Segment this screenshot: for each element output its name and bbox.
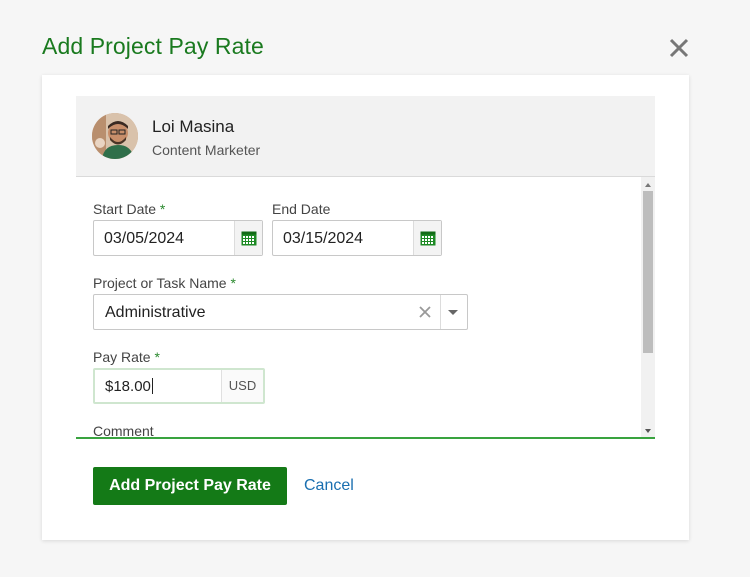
start-date-field[interactable]: 03/05/2024 bbox=[93, 220, 263, 256]
project-select[interactable]: Administrative bbox=[93, 294, 468, 330]
scroll-down-arrow[interactable] bbox=[645, 429, 651, 433]
comment-label: Comment bbox=[93, 423, 154, 439]
end-date-label: End Date bbox=[272, 201, 331, 217]
form-scrollbar[interactable] bbox=[641, 177, 655, 437]
dialog-title: Add Project Pay Rate bbox=[42, 33, 264, 59]
avatar bbox=[92, 113, 138, 159]
start-date-label: Start Date * bbox=[93, 201, 166, 217]
project-value: Administrative bbox=[105, 304, 206, 321]
end-date-field[interactable]: 03/15/2024 bbox=[272, 220, 442, 256]
start-date-calendar-button[interactable] bbox=[234, 221, 262, 255]
dialog-card: Loi Masina Content Marketer Start Date *… bbox=[42, 75, 689, 540]
add-project-pay-rate-button[interactable]: Add Project Pay Rate bbox=[93, 467, 287, 505]
cancel-link[interactable]: Cancel bbox=[304, 477, 354, 495]
chevron-down-icon[interactable] bbox=[448, 310, 458, 315]
employee-role: Content Marketer bbox=[152, 142, 261, 158]
calendar-icon bbox=[241, 231, 257, 246]
currency-suffix: USD bbox=[221, 370, 263, 402]
scroll-up-arrow[interactable] bbox=[645, 183, 651, 187]
pay-rate-value: $18.00 bbox=[105, 378, 153, 395]
close-icon[interactable] bbox=[668, 37, 690, 59]
clear-icon[interactable] bbox=[418, 305, 432, 319]
employee-name: Loi Masina bbox=[152, 117, 235, 136]
calendar-icon bbox=[420, 231, 436, 246]
text-caret bbox=[151, 378, 153, 394]
end-date-calendar-button[interactable] bbox=[413, 221, 441, 255]
select-divider bbox=[440, 295, 441, 329]
start-date-value: 03/05/2024 bbox=[104, 230, 185, 247]
scrollbar-thumb[interactable] bbox=[643, 191, 653, 353]
pay-rate-label: Pay Rate * bbox=[93, 349, 160, 365]
end-date-value: 03/15/2024 bbox=[283, 230, 364, 247]
employee-header: Loi Masina Content Marketer bbox=[76, 96, 655, 177]
project-label: Project or Task Name * bbox=[93, 275, 236, 291]
form-scroll-area: Start Date * 03/05/2024 End Date 03/15/2… bbox=[76, 177, 655, 439]
pay-rate-input[interactable]: $18.00 USD bbox=[93, 368, 265, 404]
